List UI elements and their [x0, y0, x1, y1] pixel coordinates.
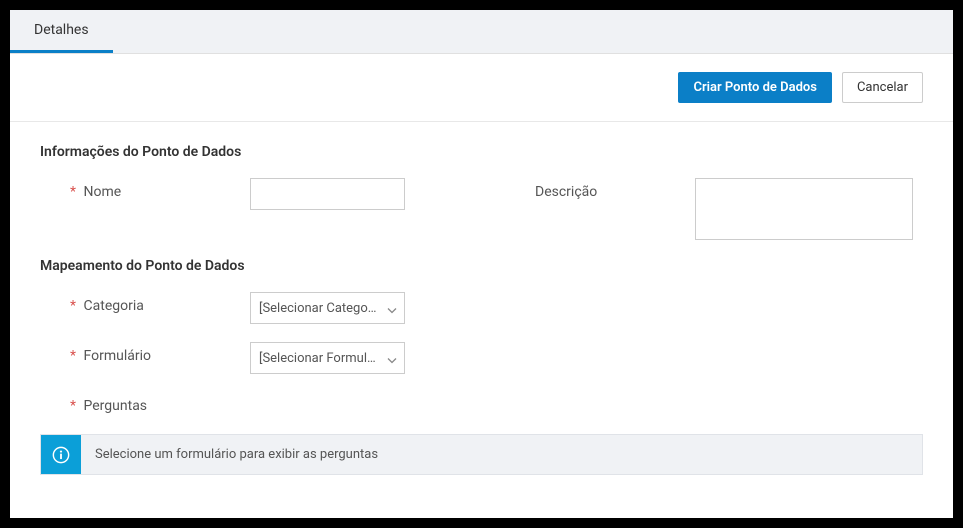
category-label-wrap: * Categoria — [70, 292, 250, 314]
name-label: Nome — [84, 184, 122, 200]
category-label: Categoria — [84, 298, 144, 314]
name-input[interactable] — [250, 178, 405, 210]
field-group-questions: * Perguntas — [70, 392, 250, 414]
category-select-wrap: [Selecionar Categoria] — [250, 292, 405, 324]
required-mark: * — [70, 298, 76, 314]
app-container: Detalhes Criar Ponto de Dados Cancelar I… — [10, 10, 953, 518]
row-name-description: * Nome Descrição — [40, 178, 923, 240]
required-mark: * — [70, 348, 76, 364]
cancel-button-label: Cancelar — [857, 80, 908, 95]
questions-label: Perguntas — [84, 398, 148, 414]
description-label: Descrição — [535, 178, 695, 200]
field-group-form: * Formulário [Selecionar Formulário] — [70, 342, 405, 374]
tab-details-label: Detalhes — [34, 22, 89, 38]
info-icon — [41, 435, 81, 474]
row-category: * Categoria [Selecionar Categoria] — [40, 292, 923, 324]
form-label: Formulário — [84, 348, 151, 364]
questions-label-wrap: * Perguntas — [70, 392, 250, 414]
form-select[interactable]: [Selecionar Formulário] — [250, 342, 405, 374]
create-button-label: Criar Ponto de Dados — [693, 80, 816, 95]
form-body: Informações do Ponto de Dados * Nome Des… — [10, 122, 953, 518]
section-info-title: Informações do Ponto de Dados — [40, 144, 923, 160]
section-mapping-title: Mapeamento do Ponto de Dados — [40, 258, 923, 274]
name-label-wrap: * Nome — [70, 178, 250, 200]
cancel-button[interactable]: Cancelar — [842, 72, 923, 103]
category-select[interactable]: [Selecionar Categoria] — [250, 292, 405, 324]
tab-details[interactable]: Detalhes — [10, 10, 113, 53]
field-group-description: Descrição — [535, 178, 913, 240]
form-select-wrap: [Selecionar Formulário] — [250, 342, 405, 374]
create-button[interactable]: Criar Ponto de Dados — [678, 72, 831, 103]
form-label-wrap: * Formulário — [70, 342, 250, 364]
required-mark: * — [70, 398, 76, 414]
row-questions: * Perguntas — [40, 392, 923, 414]
info-banner: Selecione um formulário para exibir as p… — [40, 434, 923, 475]
row-form: * Formulário [Selecionar Formulário] — [40, 342, 923, 374]
info-banner-text: Selecione um formulário para exibir as p… — [81, 435, 392, 474]
tab-bar: Detalhes — [10, 10, 953, 54]
action-bar: Criar Ponto de Dados Cancelar — [10, 54, 953, 122]
description-input[interactable] — [695, 178, 913, 240]
required-mark: * — [70, 184, 76, 200]
field-group-category: * Categoria [Selecionar Categoria] — [70, 292, 405, 324]
field-group-name: * Nome — [70, 178, 405, 210]
